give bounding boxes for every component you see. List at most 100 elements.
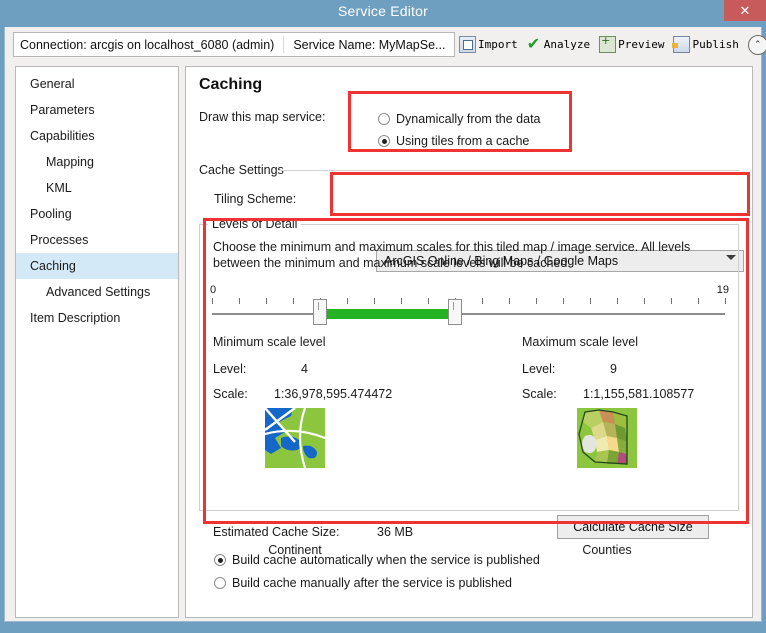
slider-max-tick-label: 19 [716,284,729,296]
maximum-scale-label: Scale: [522,387,557,401]
continent-thumbnail [265,408,325,468]
toolbar-actions: Import ✔ Analyze Preview Publish ⌃ [459,32,766,57]
check-icon: ✔ [526,34,541,53]
preview-label: Preview [618,38,665,51]
radio-using-tiles-from-cache[interactable]: Using tiles from a cache [378,134,529,148]
publish-button[interactable]: Publish [672,36,739,53]
radio-label: Build cache automatically when the servi… [232,553,540,567]
slider-tick [239,298,240,304]
sidebar: General Parameters Capabilities Mapping … [15,66,179,618]
radio-label: Using tiles from a cache [396,134,530,148]
radio-icon [214,577,226,589]
levels-of-detail-title: Levels of Detail [208,217,302,231]
minimum-level-value: 4 [301,362,308,376]
radio-build-cache-automatically[interactable]: Build cache automatically when the servi… [214,553,540,567]
slider-tick [671,298,672,304]
slider-thumb-maximum[interactable] [448,299,462,325]
slider-tick [482,298,483,304]
minimum-level-label: Level: [213,362,247,376]
sidebar-item-label: Item Description [30,311,121,325]
sidebar-item-label: Mapping [46,155,94,169]
preview-button[interactable]: Preview [599,34,665,53]
sidebar-item-pooling[interactable]: Pooling [16,201,178,227]
minimum-scale-value: 1:36,978,595.474472 [274,387,393,401]
import-label: Import [478,38,518,51]
close-icon[interactable]: ✕ [724,0,766,21]
radio-icon [378,135,390,147]
radio-label: Dynamically from the data [396,112,541,126]
page-title: Caching [199,76,263,93]
sidebar-item-label: Capabilities [30,129,95,143]
radio-dynamically-from-data[interactable]: Dynamically from the data [378,112,541,126]
sidebar-item-advanced-settings[interactable]: Advanced Settings [16,279,178,305]
estimated-cache-size-label: Estimated Cache Size: [213,525,340,539]
collapse-chevron-up-icon[interactable]: ⌃ [747,34,766,55]
cache-settings-label: Cache Settings [199,163,284,177]
service-name-label: Service Name: MyMapSe... [293,37,446,52]
sidebar-item-parameters[interactable]: Parameters [16,97,178,123]
sidebar-item-label: Parameters [30,103,95,117]
sidebar-item-label: Processes [30,233,89,247]
toolbar: Connection: arcgis on localhost_6080 (ad… [4,27,766,62]
sidebar-item-general[interactable]: General [16,71,178,97]
levels-of-detail-description: Choose the minimum and maximum scales fo… [213,240,691,270]
draw-service-label: Draw this map service: [199,110,326,124]
sidebar-item-mapping[interactable]: Mapping [16,149,178,175]
levels-range-slider[interactable]: 0 19 [210,284,729,325]
radio-build-cache-manually[interactable]: Build cache manually after the service i… [214,576,512,590]
sidebar-item-caching[interactable]: Caching [16,253,178,279]
slider-thumb-minimum[interactable] [313,299,327,325]
sidebar-item-label: Caching [30,259,76,273]
radio-label: Build cache manually after the service i… [232,576,513,590]
counties-caption: Counties [582,543,632,557]
maximum-level-label: Level: [522,362,556,376]
window-title: Service Editor [338,3,428,19]
sidebar-item-kml[interactable]: KML [16,175,178,201]
maximum-level-value: 9 [610,362,617,376]
sidebar-item-label: Advanced Settings [46,285,151,299]
connection-label: Connection: arcgis on localhost_6080 (ad… [20,37,275,52]
connection-bar[interactable]: Connection: arcgis on localhost_6080 (ad… [13,32,455,57]
maximum-scale-value: 1:1,155,581.108577 [583,387,695,401]
slider-tick [212,298,213,304]
import-icon [459,36,476,53]
slider-tick [590,298,591,304]
title-bar: Service Editor ✕ [0,0,766,25]
import-button[interactable]: Import [459,36,518,53]
calculate-cache-size-button[interactable]: Calculate Cache Size [557,515,709,539]
estimated-cache-size-value: 36 MB [377,525,414,539]
slider-range-fill [320,309,455,319]
analyze-button[interactable]: ✔ Analyze [526,34,591,53]
minimum-scale-heading: Minimum scale level [213,335,326,349]
sidebar-item-label: Pooling [30,207,72,221]
publish-icon [672,36,691,53]
sidebar-item-label: General [30,77,75,91]
slider-track [212,313,725,315]
slider-tick [536,298,537,304]
divider [283,36,285,53]
sidebar-item-label: KML [46,181,72,195]
sidebar-item-item-description[interactable]: Item Description [16,305,178,331]
sidebar-item-capabilities[interactable]: Capabilities [16,123,178,149]
caching-panel: Caching Draw this map service: Dynamical… [185,66,753,618]
slider-tick [374,298,375,304]
slider-tick [725,298,726,304]
divider [278,170,740,171]
slider-tick [617,298,618,304]
slider-tick [347,298,348,304]
slider-tick [293,298,294,304]
slider-tick [266,298,267,304]
counties-thumbnail [577,408,637,468]
analyze-label: Analyze [543,38,591,51]
sidebar-item-processes[interactable]: Processes [16,227,178,253]
slider-tick [698,298,699,304]
content-area: General Parameters Capabilities Mapping … [4,62,762,622]
maximum-scale-heading: Maximum scale level [522,335,639,349]
preview-icon [599,34,617,53]
slider-min-tick-label: 0 [210,284,217,296]
slider-tick [401,298,402,304]
radio-icon [214,554,226,566]
tiling-scheme-label: Tiling Scheme: [214,192,297,206]
slider-tick [509,298,510,304]
minimum-scale-label: Scale: [213,387,248,401]
